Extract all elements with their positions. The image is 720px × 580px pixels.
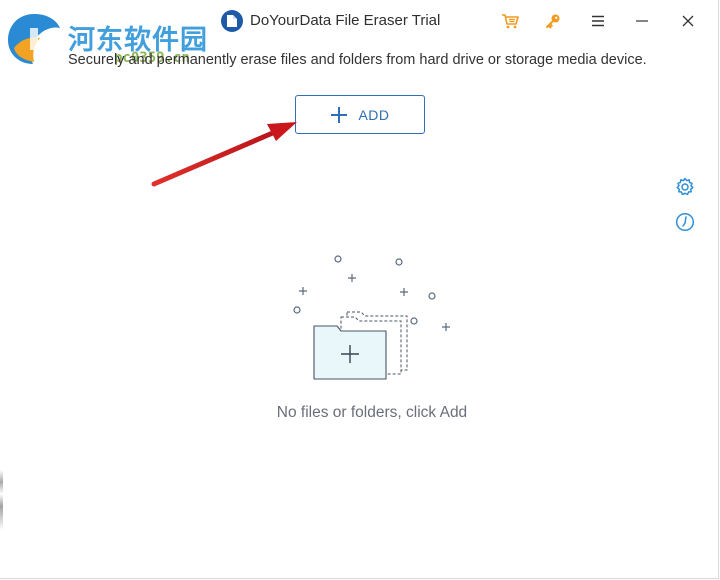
annotation-arrow [151,122,297,187]
plus-icon [331,106,348,123]
cart-icon [502,14,519,29]
settings-button[interactable] [674,176,696,198]
subtitle: Securely and permanently erase files and… [68,52,647,68]
minimize-button[interactable] [628,8,656,34]
add-button-label: ADD [358,106,390,123]
key-icon [546,14,560,29]
menu-icon [592,15,604,27]
empty-state-message: No files or folders, click Add [276,404,468,421]
history-button[interactable] [674,211,696,233]
watermark-logo-icon [8,14,60,64]
history-icon [675,212,695,232]
app-window: 河东软件园 pc0359.cn DoYourData File Eraser T… [0,0,719,579]
close-icon [682,15,694,27]
close-button[interactable] [674,8,702,34]
minimize-icon [636,20,648,22]
menu-button[interactable] [584,8,612,34]
empty-folder-illustration [293,255,450,380]
left-edge-artifact [0,470,3,530]
buy-button[interactable] [496,8,524,34]
window-title: DoYourData File Eraser Trial [250,12,441,29]
app-logo-icon [221,10,243,32]
settings-icon [676,177,694,196]
register-button[interactable] [539,8,567,34]
